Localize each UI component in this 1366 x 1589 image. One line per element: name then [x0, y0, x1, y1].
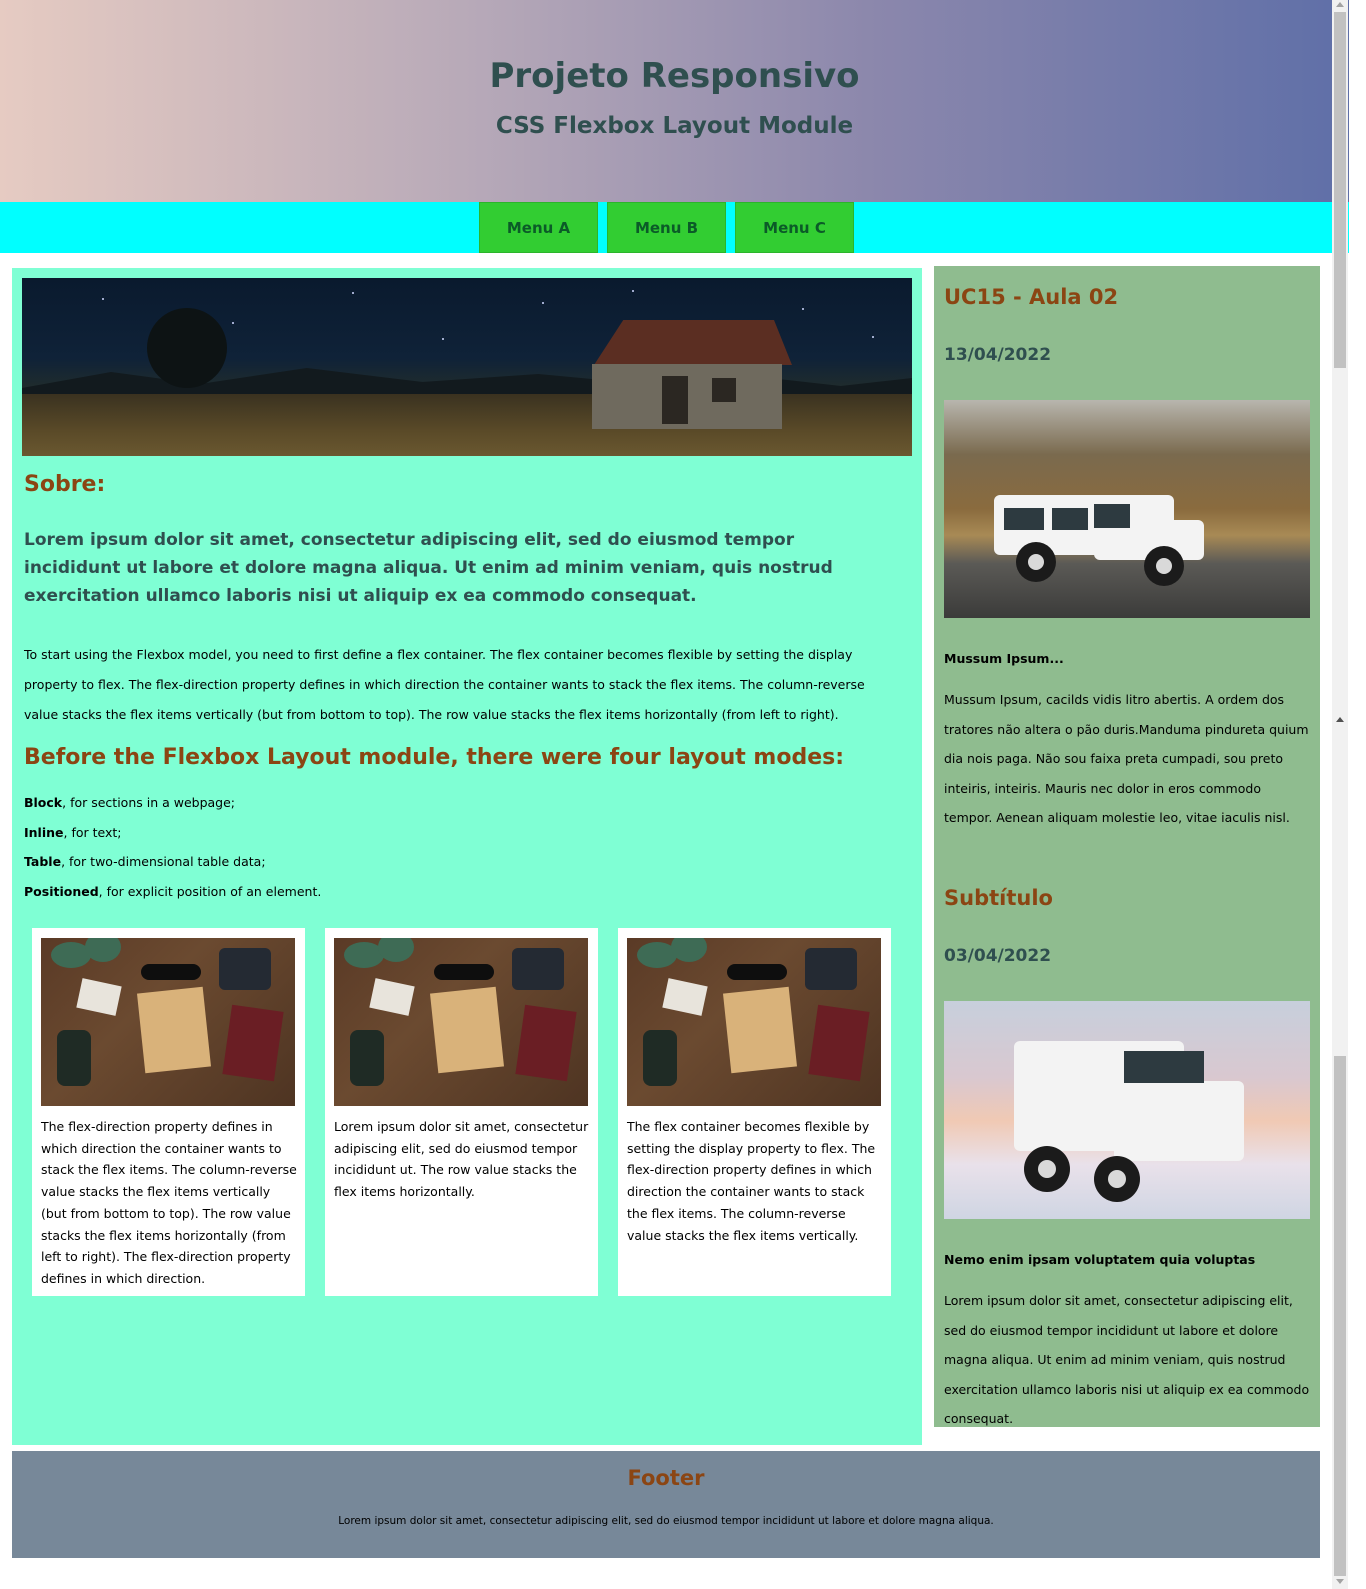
- nav-menu-b[interactable]: Menu B: [607, 202, 726, 253]
- site-header: Projeto Responsivo CSS Flexbox Layout Mo…: [0, 0, 1349, 202]
- aside-post-2-heading: Subtítulo: [944, 886, 1053, 910]
- card-text: The flex-direction property defines in w…: [41, 1119, 297, 1286]
- paper-map: [722, 986, 798, 1074]
- mode-item-table: Table, for two-dimensional table data;: [24, 854, 266, 869]
- hero-image: [22, 278, 912, 456]
- notebook: [808, 1004, 870, 1082]
- mode-desc: , for explicit position of an element.: [98, 884, 322, 899]
- aside-post-1-image: [944, 400, 1310, 618]
- hero-house-roof: [594, 320, 792, 365]
- photo-cards: [369, 978, 415, 1016]
- aside-post-1-date: 13/04/2022: [944, 345, 1052, 365]
- sunglasses: [141, 964, 201, 980]
- hero-tree: [147, 308, 227, 388]
- scrollbar-thumb[interactable]: [1334, 12, 1346, 368]
- mode-term: Table: [24, 854, 62, 869]
- truck-windshield: [1124, 1051, 1204, 1083]
- scroll-down-arrow-icon[interactable]: [1336, 1579, 1344, 1584]
- truck-window: [1004, 508, 1044, 530]
- card-2: Lorem ipsum dolor sit amet, consectetur …: [325, 928, 598, 1296]
- aside-post-2-date: 03/04/2022: [944, 946, 1052, 966]
- truck-wheel: [1094, 1156, 1140, 1202]
- nav-menu-c[interactable]: Menu C: [735, 202, 854, 253]
- camera: [219, 948, 271, 990]
- page: Projeto Responsivo CSS Flexbox Layout Mo…: [0, 0, 1349, 1589]
- leaf: [671, 938, 707, 962]
- scroll-marker-icon: [1336, 717, 1344, 722]
- scroll-up-arrow-icon[interactable]: [1336, 2, 1344, 7]
- aside-post-1-caption: Mussum Ipsum...: [944, 651, 1064, 666]
- photo-cards: [76, 978, 122, 1016]
- card-image: [41, 938, 295, 1106]
- nav-menu-a[interactable]: Menu A: [479, 202, 598, 253]
- camera: [512, 948, 564, 990]
- binoculars: [350, 1030, 384, 1086]
- sunglasses: [434, 964, 494, 980]
- mode-desc: , for text;: [63, 825, 122, 840]
- camera: [805, 948, 857, 990]
- truck-wheel: [1144, 546, 1184, 586]
- card-text: The flex container becomes flexible by s…: [627, 1119, 876, 1243]
- hero-house-window: [712, 378, 736, 402]
- about-heading: Sobre:: [24, 472, 106, 497]
- site-footer: Footer Lorem ipsum dolor sit amet, conse…: [12, 1451, 1320, 1558]
- aside-post-2-caption: Nemo enim ipsam voluptatem quia voluptas: [944, 1252, 1256, 1267]
- mode-term: Inline: [24, 825, 64, 840]
- card-image: [627, 938, 881, 1106]
- card-image: [334, 938, 588, 1106]
- sunglasses: [727, 964, 787, 980]
- paper-map: [429, 986, 505, 1074]
- binoculars: [643, 1030, 677, 1086]
- notebook: [515, 1004, 577, 1082]
- scrollbar-thumb-secondary[interactable]: [1334, 1056, 1346, 1576]
- binoculars: [57, 1030, 91, 1086]
- mode-item-inline: Inline, for text;: [24, 825, 122, 840]
- modes-heading: Before the Flexbox Layout module, there …: [24, 745, 845, 770]
- notebook: [222, 1004, 284, 1082]
- sidebar: UC15 - Aula 02 13/04/2022 Mussum Ipsum..…: [934, 266, 1320, 1427]
- paper-map: [136, 986, 212, 1074]
- site-subtitle: CSS Flexbox Layout Module: [495, 113, 854, 139]
- card-1: The flex-direction property defines in w…: [32, 928, 305, 1296]
- about-lead: Lorem ipsum dolor sit amet, consectetur …: [24, 530, 833, 606]
- truck-window: [1052, 508, 1088, 530]
- site-title: Projeto Responsivo: [489, 56, 860, 96]
- truck-wheel: [1024, 1146, 1070, 1192]
- aside-post-1-text: Mussum Ipsum, cacilds vidis litro aberti…: [944, 692, 1309, 825]
- mode-desc: , for two-dimensional table data;: [61, 854, 266, 869]
- mode-term: Block: [24, 795, 63, 810]
- aside-post-1-heading: UC15 - Aula 02: [944, 285, 1119, 309]
- mode-item-positioned: Positioned, for explicit position of an …: [24, 884, 321, 899]
- footer-title: Footer: [627, 1466, 705, 1490]
- aside-post-2-image: [944, 1001, 1310, 1219]
- hero-house-door: [662, 376, 688, 424]
- truck-windshield: [1094, 504, 1130, 528]
- aside-post-2-text: Lorem ipsum dolor sit amet, consectetur …: [944, 1293, 1310, 1426]
- truck-wheel: [1016, 542, 1056, 582]
- footer-text: Lorem ipsum dolor sit amet, consectetur …: [338, 1515, 994, 1527]
- mode-desc: , for sections in a webpage;: [62, 795, 236, 810]
- card-text: Lorem ipsum dolor sit amet, consectetur …: [334, 1119, 589, 1200]
- truck-front: [1114, 1081, 1244, 1161]
- mode-item-block: Block, for sections in a webpage;: [24, 795, 235, 810]
- about-body: To start using the Flexbox model, you ne…: [24, 647, 865, 722]
- mode-term: Positioned: [24, 884, 99, 899]
- leaf: [85, 938, 121, 962]
- photo-cards: [662, 978, 708, 1016]
- leaf: [378, 938, 414, 962]
- card-3: The flex container becomes flexible by s…: [618, 928, 891, 1296]
